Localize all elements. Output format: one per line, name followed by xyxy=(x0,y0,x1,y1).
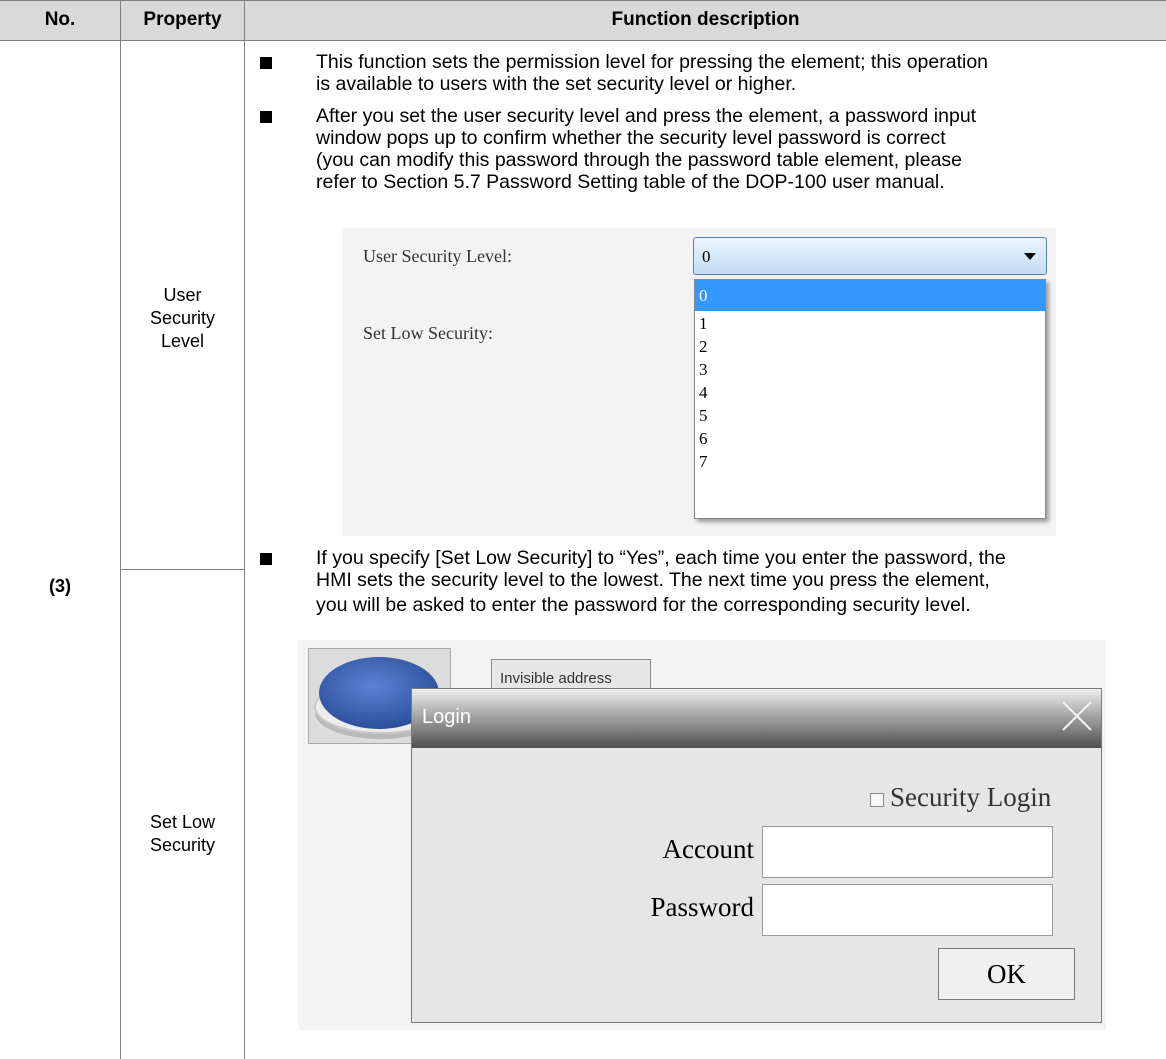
security-level-combobox[interactable]: 0 xyxy=(693,237,1047,275)
property-text-line: Level xyxy=(160,331,205,351)
header-no: No. xyxy=(0,0,120,40)
dropdown-option[interactable]: 4 xyxy=(695,381,1045,404)
header-description: Function description xyxy=(245,0,1166,40)
security-login-checkbox[interactable] xyxy=(870,793,884,807)
bullet-square xyxy=(260,553,272,565)
dropdown-option[interactable]: 0 xyxy=(695,280,1045,311)
close-icon[interactable] xyxy=(1059,698,1095,734)
login-dialog: Login Security Login Account Password OK xyxy=(411,688,1102,1023)
header-bottom-line xyxy=(0,40,1166,41)
bullet-text-line: (you can modify this password through th… xyxy=(316,149,963,171)
account-input[interactable] xyxy=(762,826,1053,878)
password-input[interactable] xyxy=(762,884,1053,936)
bullet-text-line: HMI sets the security level to the lowes… xyxy=(316,569,990,591)
bullet-text-line: you will be asked to enter the password … xyxy=(316,594,971,616)
dropdown-option[interactable]: 6 xyxy=(695,427,1045,450)
set-low-security-label: Set Low Security: xyxy=(363,323,493,343)
bullet-text-line: is available to users with the set secur… xyxy=(316,73,797,95)
property-text-line: Security xyxy=(149,308,216,328)
dropdown-option[interactable]: 5 xyxy=(695,404,1045,427)
header-property: Property xyxy=(121,0,244,40)
dropdown-option[interactable]: 1 xyxy=(695,312,1045,335)
password-label: Password xyxy=(650,892,754,922)
security-login-label: Security Login xyxy=(890,782,1052,812)
ok-button[interactable]: OK xyxy=(938,948,1075,1000)
col-divider-1 xyxy=(120,0,121,1059)
bullet-square xyxy=(260,57,272,69)
row-number: (3) xyxy=(49,576,71,596)
bullet-square xyxy=(260,111,272,123)
login-title: Login xyxy=(422,706,471,728)
combobox-value: 0 xyxy=(702,247,711,266)
dropdown-option[interactable]: 3 xyxy=(695,358,1045,381)
bullet-text-line: After you set the user security level an… xyxy=(316,105,977,127)
account-label: Account xyxy=(662,834,754,864)
bullet-text-line: This function sets the permission level … xyxy=(316,51,989,73)
bullet-text-line: refer to Section 5.7 Password Setting ta… xyxy=(316,171,945,193)
security-level-dropdown-list: 0 1 2 3 4 5 6 7 xyxy=(694,279,1046,519)
dropdown-option[interactable]: 2 xyxy=(695,335,1045,358)
header-top-line xyxy=(0,0,1166,1)
property-row-divider xyxy=(120,569,245,570)
property-text-line: User xyxy=(163,285,202,305)
dropdown-option[interactable]: 7 xyxy=(695,450,1045,473)
bullet-text-line: window pops up to confirm whether the se… xyxy=(316,127,946,149)
bullet-text-line: If you specify [Set Low Security] to “Ye… xyxy=(316,547,1006,569)
col-divider-2 xyxy=(244,0,245,1059)
user-security-level-label: User Security Level: xyxy=(363,246,512,266)
property-text-line: Security xyxy=(149,835,216,855)
login-title-bar: Login xyxy=(412,689,1101,748)
property-text-line: Set Low xyxy=(149,812,216,832)
chevron-down-icon[interactable] xyxy=(1024,253,1036,260)
